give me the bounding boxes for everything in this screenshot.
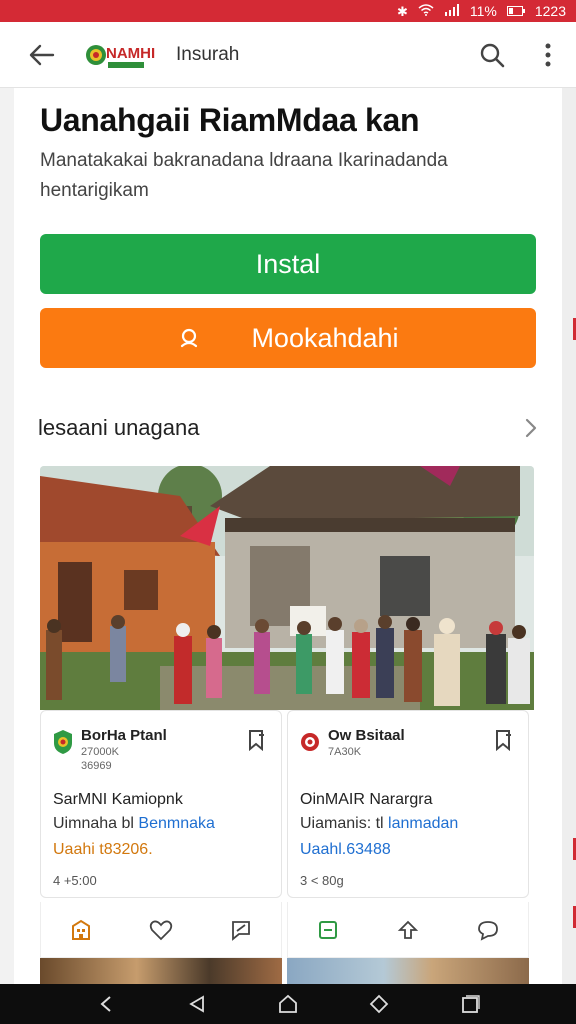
hero-image[interactable]	[40, 466, 534, 710]
more-vert-icon	[545, 43, 551, 66]
share-icon[interactable]	[230, 919, 252, 941]
village-gathering-image	[40, 466, 534, 710]
diamond-icon	[369, 994, 389, 1014]
nav-home-button[interactable]	[268, 984, 308, 1024]
overflow-menu-button[interactable]	[520, 22, 576, 88]
thumbnail-image[interactable]	[287, 958, 529, 984]
secondary-button-label: Mookahdahi	[251, 322, 399, 353]
search-icon	[480, 43, 505, 67]
card-link[interactable]: Benmnaka	[138, 815, 215, 832]
card-name: Ow Bsitaal	[328, 727, 405, 744]
battery-percent: 11%	[469, 3, 497, 19]
card-meta: 7A30K	[328, 746, 362, 758]
signal-icon	[444, 4, 460, 18]
card-footer: 3 < 80g	[300, 873, 344, 888]
bookmark-icon[interactable]	[247, 729, 267, 751]
status-bar: ✱ 11% 1223	[0, 0, 576, 22]
install-button[interactable]: Instal	[40, 234, 536, 294]
card-actions	[40, 902, 282, 958]
card-link[interactable]: lanmadan	[388, 815, 458, 832]
app-title: Insurah	[176, 43, 240, 65]
right-edge	[562, 88, 576, 984]
secondary-button[interactable]: Mookahdahi	[40, 308, 536, 368]
chevron-right-icon	[525, 418, 537, 438]
search-button[interactable]	[464, 22, 520, 88]
card-price: Uaahl.63488	[300, 841, 391, 858]
card-heading: SarMNI Kamiopnk	[53, 791, 183, 808]
thumbnail-image[interactable]	[40, 958, 282, 984]
card-line: Uiamanis: tl lanmadan	[300, 815, 458, 833]
nav-assistant-button[interactable]	[359, 984, 399, 1024]
card-price: Uaahi t83206.	[53, 841, 153, 858]
nav-triangle-button[interactable]	[177, 984, 217, 1024]
hand-icon	[181, 328, 198, 348]
system-nav-bar	[0, 984, 576, 1024]
battery-icon	[506, 5, 525, 18]
back-button[interactable]	[0, 22, 84, 88]
document-icon[interactable]	[317, 919, 339, 941]
arrow-left-icon	[29, 44, 55, 65]
app-logo: NAMHI	[84, 38, 172, 72]
nav-back-button[interactable]	[86, 984, 126, 1024]
arrow-up-icon[interactable]	[396, 919, 420, 941]
card-line: Uimnaha bl Benmnaka	[53, 815, 215, 833]
building-icon[interactable]	[70, 919, 92, 941]
card-footer: 4 +5:00	[53, 873, 97, 888]
home-icon	[279, 994, 297, 1013]
app-bar: NAMHI Insurah	[0, 22, 576, 88]
wifi-icon	[418, 4, 434, 18]
page-description: Manatakakai bakranadana ldraana Ikarinad…	[40, 150, 448, 201]
card-line-text: Uiamanis: tl	[300, 815, 384, 832]
card-meta: 36969	[81, 760, 112, 772]
card-meta: 27000K	[81, 746, 119, 758]
install-button-label: Instal	[255, 248, 321, 279]
triangle-back-icon	[188, 995, 204, 1013]
heart-icon[interactable]	[149, 919, 173, 941]
comment-icon[interactable]	[477, 919, 499, 941]
recents-icon	[462, 995, 481, 1013]
bookmark-icon[interactable]	[494, 729, 514, 751]
section-header[interactable]: lesaani unagana	[38, 404, 538, 452]
main-content: Uanahgaii RiamMdaa kan Manatakakai bakra…	[14, 88, 562, 984]
listing-card[interactable]: BorHa Ptanl 27000K 36969 SarMNI Kamiopnk…	[40, 710, 282, 898]
status-time: 1223	[534, 3, 566, 19]
card-line-text: Uimnaha bl	[53, 815, 134, 832]
nav-recents-button[interactable]	[450, 984, 490, 1024]
chevron-left-icon	[100, 996, 111, 1012]
card-name: BorHa Ptanl	[81, 727, 167, 744]
card-heading: OinMAIR Narargra	[300, 791, 433, 808]
card-actions	[287, 902, 529, 958]
hospital-logo-icon	[301, 733, 319, 751]
listing-card[interactable]: Ow Bsitaal 7A30K OinMAIR Narargra Uiaman…	[287, 710, 529, 898]
logo-text: NAMHI	[106, 45, 155, 62]
section-title: lesaani unagana	[38, 415, 200, 440]
bluetooth-icon: ✱	[396, 3, 408, 19]
page-title: Uanahgaii RiamMdaa kan	[40, 102, 420, 138]
hospital-logo-icon	[54, 730, 72, 754]
